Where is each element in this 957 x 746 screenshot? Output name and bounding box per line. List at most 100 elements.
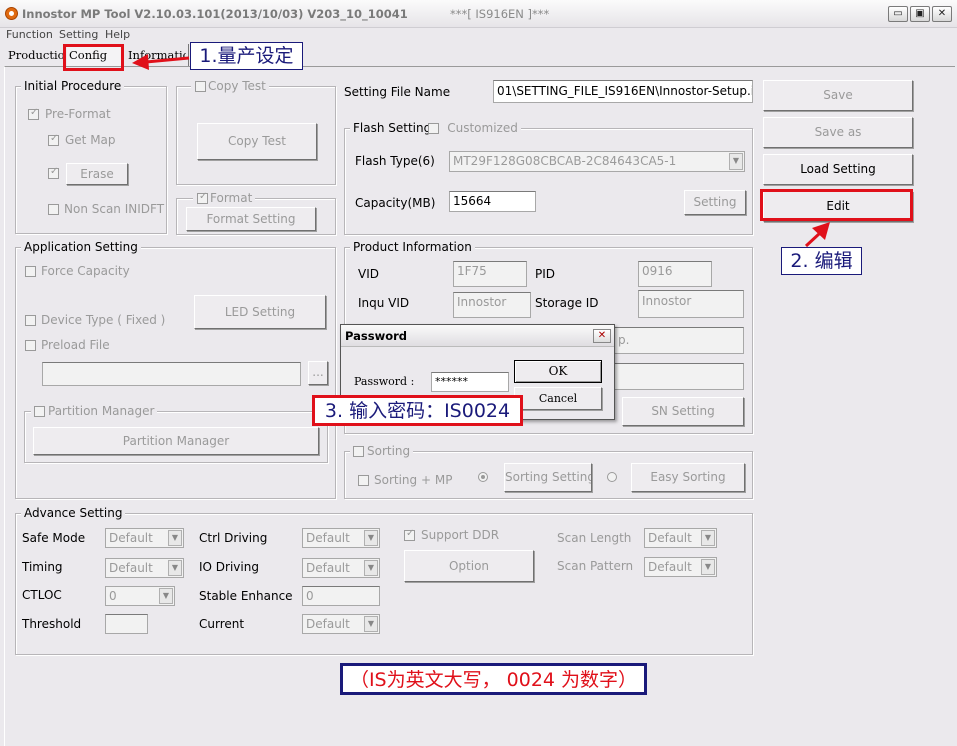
chevron-down-icon: ▼	[364, 560, 378, 576]
format-setting-button[interactable]: Format Setting	[186, 207, 316, 231]
ctloc-value: 0	[109, 589, 117, 603]
pre-format-checkbox[interactable]	[28, 107, 39, 120]
close-icon: ✕	[597, 330, 607, 341]
customized-checkbox[interactable]	[428, 123, 439, 134]
customized-label: Customized	[447, 121, 518, 135]
save-button[interactable]: Save	[763, 80, 913, 111]
preload-file-checkbox[interactable]	[25, 340, 36, 351]
close-button[interactable]: ✕	[932, 6, 952, 22]
format-legend-label: Format	[210, 191, 253, 205]
sorting-setting-radio[interactable]	[478, 472, 488, 482]
step1-annotation: 1.量产设定	[190, 42, 303, 70]
easy-sorting-button[interactable]: Easy Sorting	[631, 463, 745, 492]
timing-label: Timing	[22, 560, 63, 574]
product-string-field[interactable]: p.	[614, 327, 744, 354]
pid-field[interactable]: 0916	[638, 261, 712, 287]
setting-file-field[interactable]: 01\SETTING_FILE_IS916EN\Innostor-Setup.i…	[493, 80, 753, 103]
partition-manager-legend-label: Partition Manager	[48, 404, 155, 418]
chevron-down-icon: ▼	[729, 153, 743, 170]
inqu-vid-label: Inqu VID	[358, 296, 410, 310]
sn-setting-button[interactable]: SN Setting	[622, 397, 744, 426]
ctloc-select[interactable]: 0 ▼	[105, 586, 175, 606]
tab-information[interactable]: Information	[126, 44, 186, 66]
sorting-checkbox[interactable]	[353, 446, 364, 457]
scan-pattern-value: Default	[648, 560, 692, 574]
vid-field[interactable]: 1F75	[453, 261, 527, 287]
ok-button[interactable]: OK	[514, 360, 602, 383]
io-driving-value: Default	[306, 561, 350, 575]
timing-select[interactable]: Default ▼	[105, 558, 184, 578]
product-information-legend: Product Information	[350, 240, 475, 254]
format-checkbox[interactable]	[197, 191, 208, 204]
flash-setting-button[interactable]: Setting	[684, 190, 746, 215]
get-map-checkbox[interactable]	[48, 133, 59, 146]
force-capacity-checkbox[interactable]	[25, 266, 36, 277]
menu-help[interactable]: Help	[105, 28, 130, 41]
storage-id-label: Storage ID	[535, 296, 599, 310]
load-setting-button[interactable]: Load Setting	[763, 154, 913, 185]
setting-file-label: Setting File Name	[344, 85, 451, 99]
preload-file-label: Preload File	[41, 338, 110, 352]
chevron-down-icon: ▼	[159, 588, 173, 604]
flash-type-select[interactable]: MT29F128G08CBCAB-2C84643CA5-1 ▼	[449, 151, 745, 172]
io-driving-select[interactable]: Default ▼	[302, 558, 380, 578]
io-driving-label: IO Driving	[199, 560, 259, 574]
partition-manager-checkbox[interactable]	[34, 406, 45, 417]
edit-button-highlight	[760, 189, 913, 221]
easy-sorting-radio[interactable]	[607, 472, 617, 482]
chevron-down-icon: ▼	[701, 530, 715, 546]
chevron-down-icon: ▼	[364, 616, 378, 632]
support-ddr-label: Support DDR	[421, 528, 500, 542]
scan-length-select[interactable]: Default ▼	[644, 528, 717, 548]
minimize-button[interactable]: ▭	[888, 6, 908, 22]
password-dialog-titlebar: Password ✕	[341, 325, 614, 347]
dialog-close-button[interactable]: ✕	[593, 329, 611, 343]
password-label: Password :	[354, 375, 415, 388]
option-button[interactable]: Option	[404, 550, 534, 582]
stable-enhance-field[interactable]: 0	[302, 586, 380, 606]
serial-number-field[interactable]	[614, 363, 744, 390]
erase-checkbox[interactable]	[48, 166, 59, 179]
browse-button[interactable]: ...	[308, 361, 328, 385]
current-select[interactable]: Default ▼	[302, 614, 380, 634]
flash-setting-legend-label: Flash Setting	[353, 121, 432, 135]
menu-bar: Function Setting Help	[0, 28, 957, 44]
scan-pattern-label: Scan Pattern	[557, 559, 634, 573]
sorting-setting-button[interactable]: Sorting Setting	[504, 463, 592, 492]
scan-pattern-select[interactable]: Default ▼	[644, 557, 717, 577]
capacity-field[interactable]: 15664	[449, 191, 536, 212]
copy-test-button[interactable]: Copy Test	[197, 123, 317, 160]
password-input[interactable]: ******	[431, 372, 509, 392]
window-title: Innostor MP Tool V2.10.03.101(2013/10/03…	[22, 7, 408, 21]
force-capacity-label: Force Capacity	[41, 264, 130, 278]
capacity-label: Capacity(MB)	[355, 196, 436, 210]
timing-value: Default	[109, 561, 153, 575]
window-title-suffix: ***[ IS916EN ]***	[450, 7, 550, 21]
menu-setting[interactable]: Setting	[59, 28, 98, 41]
support-ddr-checkbox[interactable]	[404, 528, 415, 541]
device-type-checkbox[interactable]	[25, 315, 36, 326]
safe-mode-label: Safe Mode	[22, 531, 86, 545]
chevron-down-icon: ▼	[364, 530, 378, 546]
led-setting-button[interactable]: LED Setting	[194, 295, 326, 329]
copy-test-checkbox[interactable]	[195, 81, 206, 92]
safe-mode-select[interactable]: Default ▼	[105, 528, 184, 548]
inqu-vid-field[interactable]: Innostor	[453, 292, 531, 318]
save-as-button[interactable]: Save as	[763, 117, 913, 148]
sorting-mp-checkbox[interactable]	[358, 475, 369, 486]
ctrl-driving-select[interactable]: Default ▼	[302, 528, 380, 548]
maximize-button[interactable]: ▣	[910, 6, 930, 22]
partition-manager-button[interactable]: Partition Manager	[33, 427, 319, 455]
copy-test-legend-label: Copy Test	[208, 79, 266, 93]
erase-button[interactable]: Erase	[66, 163, 128, 185]
tab-separator	[188, 44, 189, 66]
menu-function[interactable]: Function	[6, 28, 53, 41]
cancel-button[interactable]: Cancel	[514, 387, 602, 410]
storage-id-field[interactable]: Innostor	[638, 290, 744, 318]
non-scan-checkbox[interactable]	[48, 204, 59, 215]
tab-production[interactable]: Production	[6, 44, 64, 66]
pre-format-label: Pre-Format	[45, 107, 111, 121]
ctloc-label: CTLOC	[22, 588, 62, 602]
threshold-field[interactable]	[105, 614, 148, 634]
preload-file-field[interactable]	[42, 362, 301, 386]
